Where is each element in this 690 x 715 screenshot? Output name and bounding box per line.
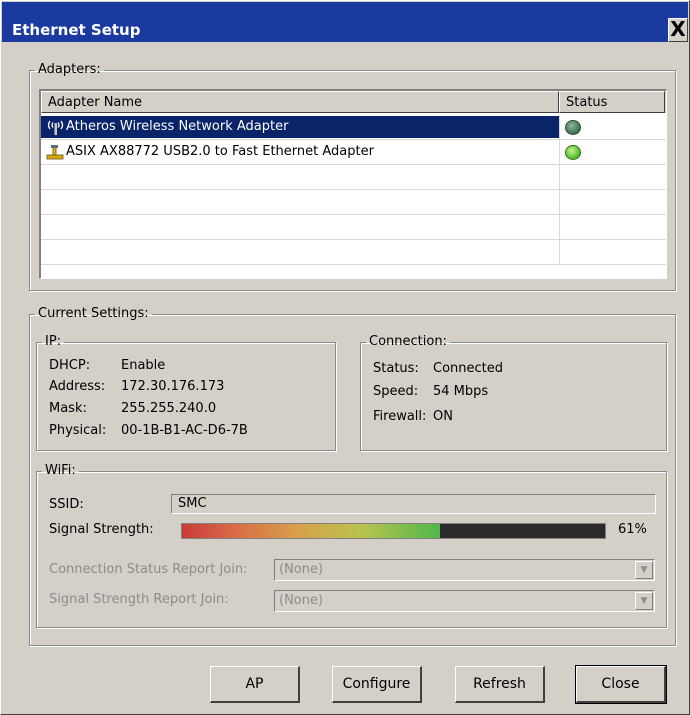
adapter-name: Atheros Wireless Network Adapter xyxy=(66,119,289,134)
close-icon[interactable]: X xyxy=(668,18,688,42)
close-button[interactable]: Close xyxy=(575,665,667,704)
title-bar[interactable]: Ethernet Setup X xyxy=(2,2,688,42)
address-value: 172.30.176.173 xyxy=(121,379,225,394)
status-indicator-icon xyxy=(565,145,581,160)
status-cell xyxy=(559,190,666,214)
signal-strength-report-join-value: (None) xyxy=(279,593,324,608)
adapters-group-label: Adapters: xyxy=(38,62,101,77)
connection-status-report-join-select[interactable]: (None) ▼ xyxy=(274,559,655,581)
connection-status-report-join-label: Connection Status Report Join: xyxy=(49,562,248,577)
signal-strength-fill xyxy=(182,524,441,538)
column-header-status[interactable]: Status xyxy=(559,91,665,113)
ethernet-setup-window: Ethernet Setup X Adapters: Adapter Name … xyxy=(0,0,690,715)
refresh-button[interactable]: Refresh xyxy=(455,666,545,703)
signal-strength-percent: 61% xyxy=(618,522,647,537)
empty-row xyxy=(41,215,666,240)
chevron-down-icon[interactable]: ▼ xyxy=(635,561,653,579)
dhcp-label: DHCP: xyxy=(49,358,91,373)
signal-strength-label: Signal Strength: xyxy=(49,522,154,537)
speed-label: Speed: xyxy=(373,384,419,399)
connection-status-value: Connected xyxy=(433,361,504,376)
connection-group-label: Connection: xyxy=(369,334,447,349)
firewall-value: ON xyxy=(433,409,453,424)
empty-row xyxy=(41,190,666,215)
connection-status-label: Status: xyxy=(373,361,419,376)
ssid-field[interactable]: SMC xyxy=(171,494,656,514)
physical-label: Physical: xyxy=(49,423,107,438)
signal-strength-report-join-select[interactable]: (None) ▼ xyxy=(274,590,655,612)
status-cell xyxy=(559,240,666,264)
adapter-row-asix[interactable]: ASIX AX88772 USB2.0 to Fast Ethernet Ada… xyxy=(41,140,666,165)
window-title: Ethernet Setup xyxy=(12,21,141,39)
adapter-list[interactable]: Adapter Name Status Atheros Wireless Net… xyxy=(39,89,667,279)
wifi-group-label: WiFi: xyxy=(45,463,76,478)
empty-row xyxy=(41,165,666,190)
status-cell xyxy=(559,215,666,239)
physical-value: 00-1B-B1-AC-D6-7B xyxy=(121,423,248,438)
ip-group-label: IP: xyxy=(45,334,62,349)
adapter-name: ASIX AX88772 USB2.0 to Fast Ethernet Ada… xyxy=(66,144,374,159)
column-header-adapter-name[interactable]: Adapter Name xyxy=(41,91,559,113)
configure-button[interactable]: Configure xyxy=(332,666,422,703)
mask-value: 255.255.240.0 xyxy=(121,401,217,416)
chevron-down-icon[interactable]: ▼ xyxy=(635,592,653,610)
adapter-list-header: Adapter Name Status xyxy=(41,91,666,113)
ssid-label: SSID: xyxy=(49,497,84,512)
empty-row xyxy=(41,240,666,265)
speed-value: 54 Mbps xyxy=(433,384,489,399)
connection-status-report-join-value: (None) xyxy=(279,562,324,577)
address-label: Address: xyxy=(49,379,106,394)
firewall-label: Firewall: xyxy=(373,409,427,424)
mask-label: Mask: xyxy=(49,401,87,416)
adapter-row-atheros[interactable]: Atheros Wireless Network Adapter xyxy=(41,115,666,140)
signal-strength-report-join-label: Signal Strength Report Join: xyxy=(49,592,229,607)
dhcp-value: Enable xyxy=(121,358,166,373)
current-settings-label: Current Settings: xyxy=(38,306,149,321)
signal-strength-bar xyxy=(181,523,606,539)
wireless-icon xyxy=(47,120,64,135)
status-cell xyxy=(559,140,666,164)
ethernet-icon xyxy=(46,145,64,160)
status-indicator-icon xyxy=(565,120,581,135)
status-cell xyxy=(559,165,666,189)
ap-button[interactable]: AP xyxy=(210,666,300,703)
status-cell xyxy=(559,115,666,139)
